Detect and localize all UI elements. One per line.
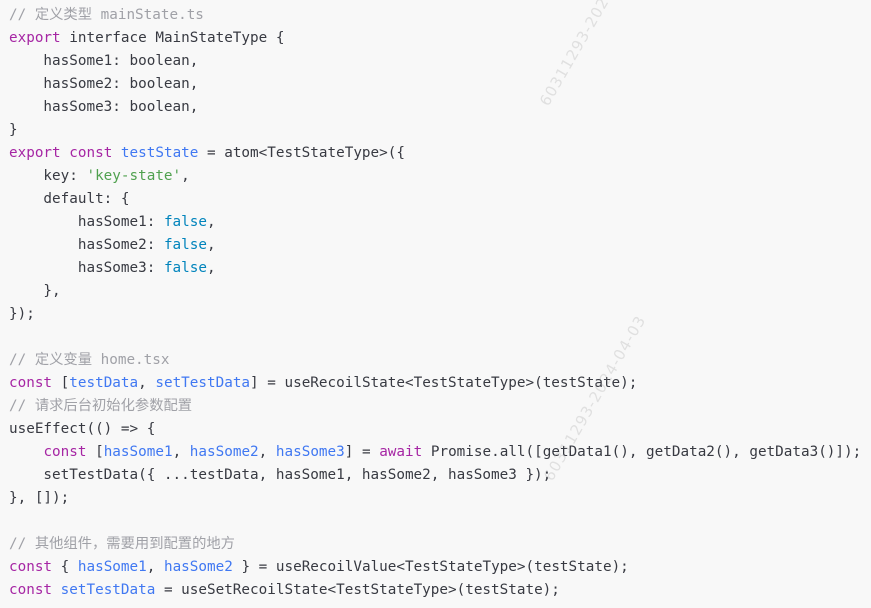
code-token-plain: }); <box>9 306 35 322</box>
code-line: // 定义类型 mainState.ts <box>9 4 871 27</box>
code-block: // 定义类型 mainState.ts export interface Mai… <box>0 0 871 608</box>
code-token-kw: export <box>9 30 61 46</box>
code-token-kw: const <box>9 582 53 598</box>
code-line: hasSome1: false, <box>9 211 871 234</box>
code-line: key: 'key-state', <box>9 165 871 188</box>
code-line: }, <box>9 280 871 303</box>
code-token-var: hasSome1 <box>103 444 173 460</box>
code-token-bool: false <box>163 214 207 230</box>
code-token-plain: hasSome2: boolean, <box>9 76 199 92</box>
code-token-str: 'key-state' <box>86 168 182 184</box>
code-token-kw: await <box>379 444 423 460</box>
code-line: default: { <box>9 188 871 211</box>
code-line: const setTestData = useSetRecoilState<Te… <box>9 579 871 602</box>
code-token-kw: const <box>9 375 53 391</box>
code-line: // 其他组件，需要用到配置的地方 <box>9 533 871 556</box>
code-line: export const testState = atom<TestStateT… <box>9 142 871 165</box>
code-token-plain: Promise.all([getData1(), getData2(), get… <box>422 444 862 460</box>
code-token-kw: const <box>9 559 53 575</box>
code-token-var: hasSome2 <box>189 444 259 460</box>
code-line: hasSome3: false, <box>9 257 871 280</box>
code-line: const { hasSome1, hasSome2 } = useRecoil… <box>9 556 871 579</box>
code-line: } <box>9 119 871 142</box>
code-line: hasSome2: boolean, <box>9 73 871 96</box>
code-token-plain: , <box>206 214 216 230</box>
code-token-var: hasSome1 <box>77 559 147 575</box>
code-line: const [hasSome1, hasSome2, hasSome3] = a… <box>9 441 871 464</box>
code-token-plain: hasSome3: boolean, <box>9 99 199 115</box>
code-line: hasSome2: false, <box>9 234 871 257</box>
code-token-comment: // 定义变量 home.tsx <box>9 352 170 368</box>
code-token-var: setTestData <box>155 375 251 391</box>
code-token-plain: = atom<TestStateType>({ <box>198 145 405 161</box>
code-token-kw: const <box>69 145 113 161</box>
code-line: const [testData, setTestData] = useRecoi… <box>9 372 871 395</box>
code-token-plain: , <box>258 444 276 460</box>
code-line: setTestData({ ...testData, hasSome1, has… <box>9 464 871 487</box>
code-line: }); <box>9 303 871 326</box>
code-token-plain: , <box>181 168 190 184</box>
code-token-plain: useEffect(() => { <box>9 421 156 437</box>
code-line: }, []); <box>9 487 871 510</box>
code-token-plain: hasSome1: boolean, <box>9 53 199 69</box>
code-token-plain: , <box>146 559 164 575</box>
code-line: // 请求后台初始化参数配置 <box>9 395 871 418</box>
code-token-plain: { <box>52 559 78 575</box>
code-token-plain: = useSetRecoilState<TestStateType>(testS… <box>155 582 560 598</box>
code-line: hasSome3: boolean, <box>9 96 871 119</box>
code-line: hasSome1: boolean, <box>9 50 871 73</box>
code-token-kw: export <box>9 145 61 161</box>
code-token-plain: [ <box>52 375 70 391</box>
code-token-var: testData <box>69 375 139 391</box>
code-token-plain: hasSome1: <box>9 214 164 230</box>
code-token-var: hasSome3 <box>275 444 345 460</box>
code-token-plain: , <box>138 375 156 391</box>
code-token-plain: ] = <box>344 444 380 460</box>
code-token-plain: } = useRecoilValue<TestStateType>(testSt… <box>232 559 629 575</box>
code-token-plain: , <box>206 237 216 253</box>
code-token-var: testState <box>120 145 199 161</box>
code-token-plain: , <box>206 260 216 276</box>
code-token-plain: }, <box>9 283 61 299</box>
code-token-plain: ] = useRecoilState<TestStateType>(testSt… <box>250 375 638 391</box>
code-token-plain: default: { <box>9 191 130 207</box>
code-token-plain: , <box>172 444 190 460</box>
code-token-comment: // 其他组件，需要用到配置的地方 <box>9 536 235 552</box>
code-token-plain: setTestData({ ...testData, hasSome1, has… <box>9 467 552 483</box>
code-token-var: hasSome2 <box>163 559 233 575</box>
code-line: useEffect(() => { <box>9 418 871 441</box>
code-token-plain: }, []); <box>9 490 70 506</box>
code-line: export interface MainStateType { <box>9 27 871 50</box>
code-token-var: setTestData <box>60 582 156 598</box>
code-token-comment: // 定义类型 mainState.ts <box>9 7 204 23</box>
code-token-bool: false <box>163 260 207 276</box>
code-token-plain: } <box>9 122 18 138</box>
code-token-bool: false <box>163 237 207 253</box>
code-token-kw: const <box>43 444 87 460</box>
code-token-plain: hasSome2: <box>9 237 164 253</box>
code-token-plain: interface MainStateType { <box>60 30 285 46</box>
code-token-plain: hasSome3: <box>9 260 164 276</box>
code-line: // 定义变量 home.tsx <box>9 349 871 372</box>
code-token-plain: key: <box>9 168 87 184</box>
code-token-plain: [ <box>86 444 104 460</box>
code-token-comment: // 请求后台初始化参数配置 <box>9 398 193 414</box>
